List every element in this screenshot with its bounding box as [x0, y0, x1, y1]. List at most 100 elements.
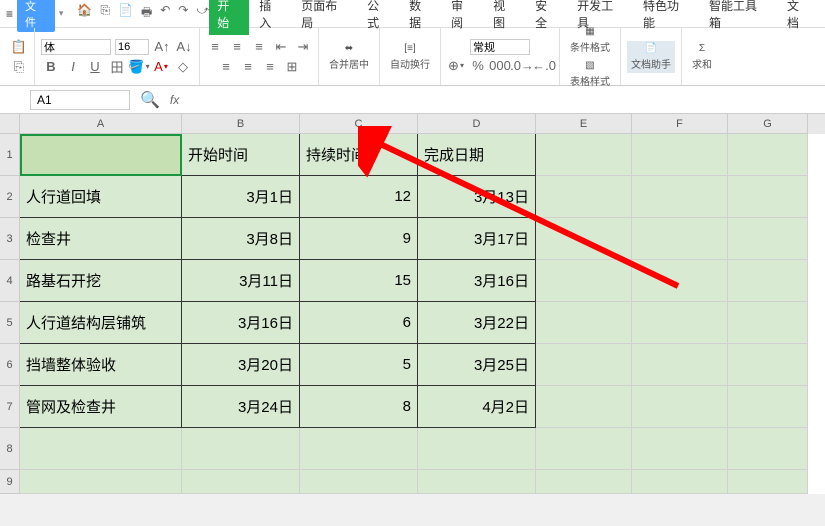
cell-d1[interactable]: 完成日期	[418, 134, 536, 176]
col-header-b[interactable]: B	[182, 114, 300, 134]
font-size-select[interactable]	[115, 39, 149, 55]
cell-g9[interactable]	[728, 470, 808, 494]
row-header-8[interactable]: 8	[0, 428, 20, 470]
cell-c6[interactable]: 5	[300, 344, 418, 386]
col-header-c[interactable]: C	[300, 114, 418, 134]
qat-undo-icon[interactable]: ↶	[160, 3, 170, 24]
cell-a1[interactable]	[20, 134, 182, 176]
cell-b2[interactable]: 3月1日	[182, 176, 300, 218]
qat-print-icon[interactable]: 🖶	[141, 3, 152, 24]
cell-f6[interactable]	[632, 344, 728, 386]
align-center-icon[interactable]: ≡	[239, 58, 257, 76]
wrap-text-button[interactable]: [≡] 自动换行	[386, 41, 434, 73]
cell-c3[interactable]: 9	[300, 218, 418, 260]
qat-save-icon[interactable]: ⎘	[100, 3, 110, 24]
cell-f9[interactable]	[632, 470, 728, 494]
cell-f8[interactable]	[632, 428, 728, 470]
italic-icon[interactable]: I	[64, 58, 82, 76]
qat-more-icon[interactable]: ⤻	[196, 3, 209, 24]
cond-format-button[interactable]: ▦ 条件格式	[566, 24, 614, 56]
bold-icon[interactable]: B	[42, 58, 60, 76]
copy-icon[interactable]: ⎘	[10, 58, 28, 76]
cell-a7[interactable]: 管网及检查井	[20, 386, 182, 428]
row-header-6[interactable]: 6	[0, 344, 20, 386]
file-menu[interactable]: 文件	[17, 0, 55, 32]
dec-decimal-icon[interactable]: ←.0	[535, 57, 553, 75]
number-format-select[interactable]	[470, 39, 530, 55]
cell-d4[interactable]: 3月16日	[418, 260, 536, 302]
cell-a6[interactable]: 挡墙整体验收	[20, 344, 182, 386]
percent-icon[interactable]: %	[469, 57, 487, 75]
cell-f7[interactable]	[632, 386, 728, 428]
cell-b5[interactable]: 3月16日	[182, 302, 300, 344]
font-color-icon[interactable]: A	[152, 58, 170, 76]
cell-b1[interactable]: 开始时间	[182, 134, 300, 176]
border-icon[interactable]: 田	[108, 58, 126, 76]
align-middle-icon[interactable]: ≡	[228, 38, 246, 56]
cell-c1[interactable]: 持续时间	[300, 134, 418, 176]
cell-e5[interactable]	[536, 302, 632, 344]
cell-d7[interactable]: 4月2日	[418, 386, 536, 428]
cell-g8[interactable]	[728, 428, 808, 470]
cell-a3[interactable]: 检查井	[20, 218, 182, 260]
row-header-2[interactable]: 2	[0, 176, 20, 218]
cell-e2[interactable]	[536, 176, 632, 218]
indent-right-icon[interactable]: ⇥	[294, 38, 312, 56]
cell-g4[interactable]	[728, 260, 808, 302]
cell-g5[interactable]	[728, 302, 808, 344]
cell-c2[interactable]: 12	[300, 176, 418, 218]
col-header-d[interactable]: D	[418, 114, 536, 134]
cell-g1[interactable]	[728, 134, 808, 176]
decrease-font-icon[interactable]: A↓	[175, 38, 193, 56]
cell-g2[interactable]	[728, 176, 808, 218]
cell-d8[interactable]	[418, 428, 536, 470]
row-header-9[interactable]: 9	[0, 470, 20, 494]
menu-icon[interactable]: ≡	[6, 7, 13, 21]
merge-icon[interactable]: ⊞	[283, 58, 301, 76]
col-header-f[interactable]: F	[632, 114, 728, 134]
sum-button[interactable]: Σ 求和	[688, 41, 716, 73]
cell-d9[interactable]	[418, 470, 536, 494]
row-header-4[interactable]: 4	[0, 260, 20, 302]
cell-e9[interactable]	[536, 470, 632, 494]
row-header-1[interactable]: 1	[0, 134, 20, 176]
qat-new-icon[interactable]: 📄	[118, 3, 133, 24]
insert-function-icon[interactable]: 🔍	[140, 90, 160, 110]
cell-f2[interactable]	[632, 176, 728, 218]
cell-d3[interactable]: 3月17日	[418, 218, 536, 260]
row-header-3[interactable]: 3	[0, 218, 20, 260]
clear-format-icon[interactable]: ◇	[174, 58, 192, 76]
cell-g7[interactable]	[728, 386, 808, 428]
cell-a4[interactable]: 路基石开挖	[20, 260, 182, 302]
col-header-e[interactable]: E	[536, 114, 632, 134]
cell-c8[interactable]	[300, 428, 418, 470]
cell-f4[interactable]	[632, 260, 728, 302]
indent-left-icon[interactable]: ⇤	[272, 38, 290, 56]
align-bottom-icon[interactable]: ≡	[250, 38, 268, 56]
cell-b4[interactable]: 3月11日	[182, 260, 300, 302]
cell-f3[interactable]	[632, 218, 728, 260]
table-style-button[interactable]: ▧ 表格样式	[566, 58, 614, 90]
comma-icon[interactable]: 000	[491, 57, 509, 75]
cell-f1[interactable]	[632, 134, 728, 176]
doc-helper-button[interactable]: 📄 文档助手	[627, 41, 675, 73]
qat-home-icon[interactable]: 🏠	[77, 3, 92, 24]
name-box[interactable]	[30, 90, 130, 110]
cell-c7[interactable]: 8	[300, 386, 418, 428]
qat-redo-icon[interactable]: ↷	[178, 3, 188, 24]
underline-icon[interactable]: U	[86, 58, 104, 76]
select-all-corner[interactable]	[0, 114, 20, 134]
cell-d6[interactable]: 3月25日	[418, 344, 536, 386]
cell-b7[interactable]: 3月24日	[182, 386, 300, 428]
cell-c5[interactable]: 6	[300, 302, 418, 344]
cell-e6[interactable]	[536, 344, 632, 386]
cell-c4[interactable]: 15	[300, 260, 418, 302]
cell-b6[interactable]: 3月20日	[182, 344, 300, 386]
align-left-icon[interactable]: ≡	[217, 58, 235, 76]
col-header-g[interactable]: G	[728, 114, 808, 134]
cell-e3[interactable]	[536, 218, 632, 260]
fill-color-icon[interactable]: 🪣	[130, 58, 148, 76]
cell-f5[interactable]	[632, 302, 728, 344]
cell-b8[interactable]	[182, 428, 300, 470]
cell-a9[interactable]	[20, 470, 182, 494]
